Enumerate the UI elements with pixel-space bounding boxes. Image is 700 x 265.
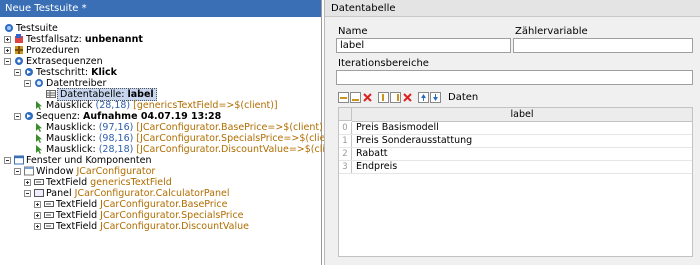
expand-icon[interactable] <box>34 212 41 219</box>
expand-icon[interactable] <box>34 201 41 208</box>
mouse-click-icon <box>36 123 42 132</box>
expand-icon[interactable] <box>4 36 11 43</box>
window-icon <box>24 166 34 176</box>
collapse-icon[interactable] <box>24 80 31 87</box>
textfield-icon <box>44 201 54 207</box>
testcase-set-icon <box>15 34 23 43</box>
collapse-icon[interactable] <box>14 113 21 120</box>
delete-column-icon[interactable] <box>402 92 413 103</box>
append-row-icon[interactable] <box>350 92 361 103</box>
name-label: Name <box>338 26 368 37</box>
panel-icon <box>34 189 44 197</box>
expand-icon[interactable] <box>24 179 31 186</box>
test-suite-title: Neue Testsuite * <box>0 0 321 17</box>
sequence-icon <box>25 112 33 120</box>
table-cell[interactable]: Preis Basismodell <box>356 122 439 134</box>
table-cell[interactable]: Preis Sonderausstattung <box>356 135 472 147</box>
textfield-icon <box>34 179 44 185</box>
iteration-ranges-label: Iterationsbereiche <box>338 58 429 69</box>
table-row[interactable]: 2 Rabatt <box>339 148 692 161</box>
delete-row-icon[interactable] <box>362 92 373 103</box>
grid-corner <box>339 108 352 121</box>
expand-icon[interactable] <box>4 47 11 54</box>
collapse-icon[interactable] <box>24 190 31 197</box>
counter-variable-label: Zählervariable <box>515 26 588 37</box>
textfield-icon <box>44 223 54 229</box>
table-cell[interactable]: Endpreis <box>356 161 397 173</box>
append-column-icon[interactable] <box>390 92 401 103</box>
insert-column-icon[interactable] <box>378 92 389 103</box>
table-cell[interactable]: Rabatt <box>356 148 388 160</box>
expand-icon[interactable] <box>34 223 41 230</box>
mouse-click-icon <box>36 134 42 143</box>
counter-variable-input[interactable] <box>513 38 693 53</box>
procedures-icon <box>15 46 23 54</box>
extra-sequences-icon <box>15 57 23 65</box>
move-up-icon[interactable] <box>418 92 429 103</box>
windows-components-icon <box>14 155 24 165</box>
collapse-icon[interactable] <box>14 69 21 76</box>
name-input[interactable]: label <box>336 38 511 53</box>
testsuite-icon <box>5 24 13 32</box>
table-row[interactable]: 0 Preis Basismodell <box>339 122 692 135</box>
data-table-editor: Datentabelle Name label Zählervariable I… <box>324 0 700 265</box>
test-suite-panel: Neue Testsuite * Testsuite Testfallsatz:… <box>0 0 348 265</box>
insert-row-icon[interactable] <box>338 92 349 103</box>
collapse-icon[interactable] <box>4 58 11 65</box>
mouse-click-icon <box>36 145 42 154</box>
iteration-ranges-input[interactable] <box>336 70 693 85</box>
test-step-icon <box>25 68 33 76</box>
table-row[interactable]: 3 Endpreis <box>339 161 692 174</box>
mouse-click-icon <box>36 101 42 110</box>
collapse-icon[interactable] <box>14 168 21 175</box>
textfield-icon <box>44 212 54 218</box>
data-driver-icon <box>35 79 43 87</box>
data-table-grid[interactable]: label 0 Preis Basismodell 1 Preis Sonder… <box>338 107 693 257</box>
table-toolbar: Daten <box>338 92 538 105</box>
data-label: Daten <box>448 92 479 103</box>
move-down-icon[interactable] <box>430 92 441 103</box>
table-row[interactable]: 1 Preis Sonderausstattung <box>339 135 692 148</box>
data-table-icon <box>46 90 56 98</box>
column-header-label[interactable]: label <box>352 108 692 122</box>
collapse-icon[interactable] <box>4 157 11 164</box>
editor-title: Datentabelle <box>325 0 700 17</box>
